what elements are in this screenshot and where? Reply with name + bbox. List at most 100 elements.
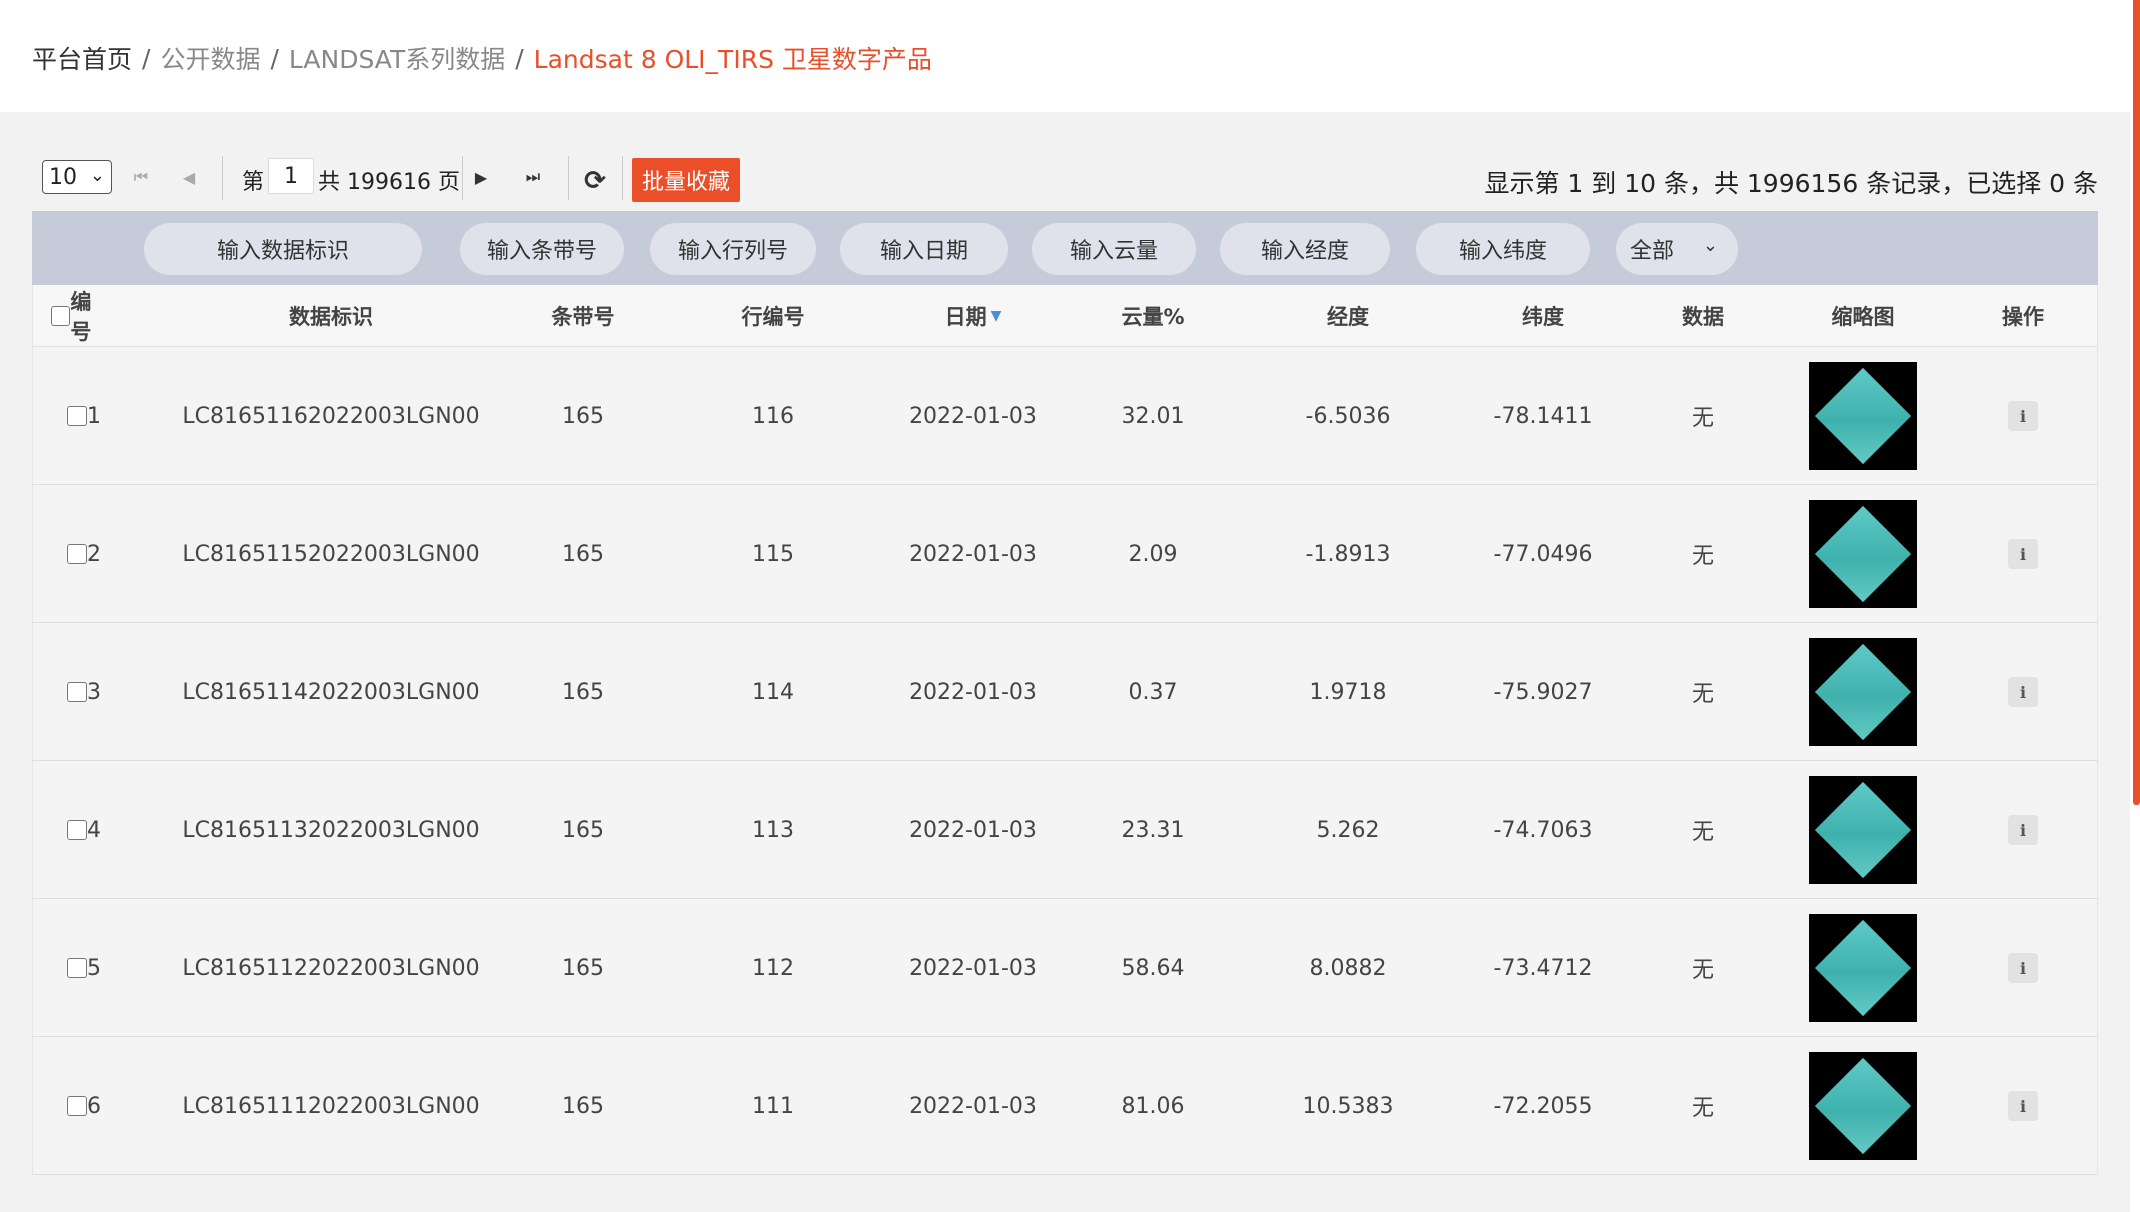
- row-checkbox[interactable]: [67, 820, 87, 840]
- cell-path: 165: [562, 955, 604, 981]
- info-icon[interactable]: i: [2008, 953, 2038, 983]
- refresh-icon[interactable]: ⟳: [580, 166, 610, 196]
- table-row: 3 LC81651142022003LGN00 165 114 2022-01-03 0.…: [32, 623, 2098, 761]
- breadcrumb-current: Landsat 8 OLI_TIRS 卫星数字产品: [533, 45, 932, 74]
- select-all-checkbox[interactable]: [51, 306, 71, 326]
- row-checkbox[interactable]: [67, 1096, 87, 1116]
- table-row: 1 LC81651162022003LGN00 165 116 2022-01-03 32…: [32, 347, 2098, 485]
- record-summary: 显示第 1 到 10 条，共 1996156 条记录，已选择 0 条: [1484, 169, 2098, 198]
- sort-down-icon[interactable]: ▼: [991, 308, 1002, 324]
- row-index-label: 6: [87, 1093, 101, 1119]
- info-icon[interactable]: i: [2008, 1091, 2038, 1121]
- cell-data: 无: [1691, 1096, 1714, 1121]
- breadcrumb-landsat-series[interactable]: LANDSAT系列数据: [289, 40, 505, 76]
- row-index: 4: [67, 761, 127, 899]
- table-row: 2 LC81651152022003LGN00 165 115 2022-01-03 2.…: [32, 485, 2098, 623]
- cell-cloud: 0.37: [1128, 679, 1178, 705]
- cell-date: 2022-01-03: [909, 541, 1037, 567]
- cell-data-id: LC81651152022003LGN00: [182, 541, 480, 567]
- scrollbar-thumb[interactable]: [2133, 0, 2140, 805]
- batch-favorite-button[interactable]: 批量收藏: [632, 158, 741, 202]
- chevron-down-icon: ⌄: [89, 165, 105, 186]
- breadcrumb-separator: /: [515, 43, 524, 73]
- row-checkbox[interactable]: [67, 958, 87, 978]
- cell-thumbnail: [1793, 623, 1933, 761]
- cell-row: 112: [752, 955, 794, 981]
- row-index: 6: [67, 1037, 127, 1175]
- cell-actions: i: [1963, 485, 2083, 623]
- cell-path: 165: [562, 541, 604, 567]
- thumbnail-image[interactable]: [1809, 914, 1917, 1022]
- cell-row: 114: [752, 679, 794, 705]
- row-checkbox[interactable]: [67, 682, 87, 702]
- cell-data: 无: [1691, 406, 1714, 431]
- header-cloud: 云量%: [1121, 305, 1185, 329]
- cell-path: 165: [562, 403, 604, 429]
- cell-thumbnail: [1793, 761, 1933, 899]
- info-icon[interactable]: i: [2008, 815, 2038, 845]
- thumbnail-image[interactable]: [1809, 1052, 1917, 1160]
- page-number-input[interactable]: [268, 158, 314, 194]
- cell-path: 165: [562, 817, 604, 843]
- breadcrumb-home[interactable]: 平台首页: [32, 40, 132, 76]
- longitude-filter[interactable]: 输入经度: [1220, 223, 1390, 275]
- info-icon[interactable]: i: [2008, 539, 2038, 569]
- breadcrumb-public-data[interactable]: 公开数据: [160, 40, 260, 76]
- data-availability-select[interactable]: 全部 ⌄: [1616, 223, 1738, 275]
- cell-actions: i: [1963, 761, 2083, 899]
- cell-data: 无: [1691, 958, 1714, 983]
- cell-data-id: LC81651122022003LGN00: [182, 955, 480, 981]
- satellite-scene: [1814, 643, 1912, 741]
- thumbnail-image[interactable]: [1809, 638, 1917, 746]
- row-filter[interactable]: 输入行列号: [650, 223, 816, 275]
- row-index: 3: [67, 623, 127, 761]
- satellite-scene: [1814, 367, 1912, 465]
- cell-longitude: -6.5036: [1305, 403, 1391, 429]
- satellite-scene: [1814, 781, 1912, 879]
- date-filter[interactable]: 输入日期: [840, 223, 1008, 275]
- cell-latitude: -77.0496: [1493, 541, 1593, 567]
- page-size-value: 10: [49, 164, 77, 190]
- header-path: 条带号: [551, 305, 615, 329]
- last-page-icon[interactable]: ⏭: [518, 162, 548, 192]
- cell-cloud: 32.01: [1121, 403, 1185, 429]
- cloud-filter[interactable]: 输入云量: [1032, 223, 1196, 275]
- header-data-id: 数据标识: [289, 305, 373, 329]
- prev-page-icon[interactable]: ◀: [174, 162, 204, 192]
- cell-longitude: 5.262: [1316, 817, 1380, 843]
- thumbnail-image[interactable]: [1809, 362, 1917, 470]
- cell-thumbnail: [1793, 485, 1933, 623]
- row-checkbox[interactable]: [67, 406, 87, 426]
- cell-longitude: 8.0882: [1309, 955, 1387, 981]
- cell-cloud: 23.31: [1121, 817, 1185, 843]
- row-index-label: 1: [87, 403, 101, 429]
- next-page-icon[interactable]: ▶: [466, 162, 496, 192]
- path-filter[interactable]: 输入条带号: [460, 223, 624, 275]
- pagination-toolbar: 10 ⌄ ⏮ ◀ 第 共 199616 页 ▶ ⏭ ⟳ 批量收藏 显示第 1 到…: [32, 152, 2098, 208]
- latitude-filter[interactable]: 输入纬度: [1416, 223, 1590, 275]
- row-index: 2: [67, 485, 127, 623]
- data-id-filter[interactable]: 输入数据标识: [144, 223, 422, 275]
- page-size-select[interactable]: 10 ⌄: [42, 160, 112, 194]
- cell-date: 2022-01-03: [909, 1093, 1037, 1119]
- cell-actions: i: [1963, 623, 2083, 761]
- satellite-scene: [1814, 1057, 1912, 1155]
- chevron-down-icon: ⌄: [1702, 235, 1718, 256]
- divider: [568, 156, 569, 200]
- row-checkbox[interactable]: [67, 544, 87, 564]
- thumbnail-image[interactable]: [1809, 500, 1917, 608]
- cell-actions: i: [1963, 899, 2083, 1037]
- cell-longitude: -1.8913: [1305, 541, 1391, 567]
- page-scrollbar[interactable]: [2130, 0, 2140, 1212]
- info-icon[interactable]: i: [2008, 401, 2038, 431]
- row-index-label: 2: [87, 541, 101, 567]
- table-row: 5 LC81651122022003LGN00 165 112 2022-01-03 58…: [32, 899, 2098, 1037]
- info-icon[interactable]: i: [2008, 677, 2038, 707]
- cell-data-id: LC81651112022003LGN00: [182, 1093, 480, 1119]
- first-page-icon[interactable]: ⏮: [126, 162, 156, 192]
- table-row: 6 LC81651112022003LGN00 165 111 2022-01-03 81…: [32, 1037, 2098, 1175]
- thumbnail-image[interactable]: [1809, 776, 1917, 884]
- table-row: 4 LC81651132022003LGN00 165 113 2022-01-03 23…: [32, 761, 2098, 899]
- cell-latitude: -78.1411: [1493, 403, 1593, 429]
- header-date[interactable]: 日期 ▼: [883, 285, 1063, 347]
